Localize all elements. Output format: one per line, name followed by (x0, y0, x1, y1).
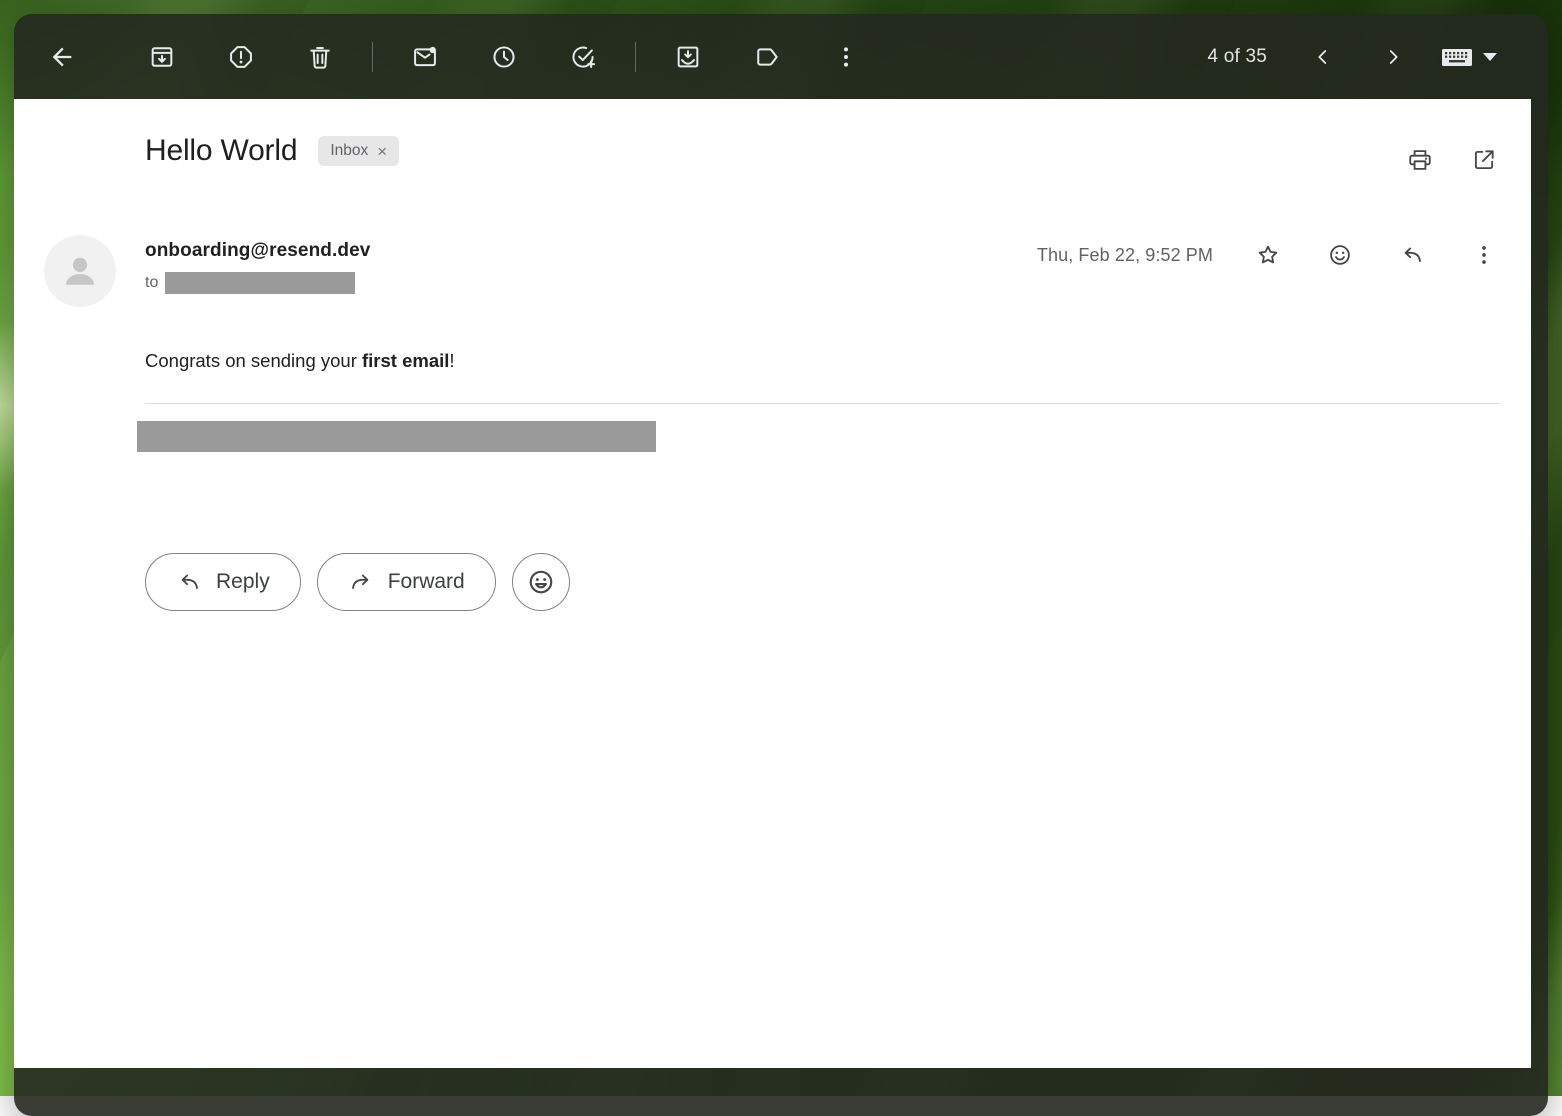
star-button[interactable] (1248, 235, 1288, 275)
sender-address[interactable]: onboarding@resend.dev (145, 240, 370, 262)
more-vert-icon (1471, 242, 1497, 268)
more-vert-icon (832, 43, 860, 71)
email-reading-pane: Hello World Inbox × onboarding@resend.de… (14, 99, 1531, 1068)
newer-button[interactable] (1299, 33, 1347, 81)
body-bold: first email (362, 350, 449, 371)
forward-button[interactable]: Forward (317, 553, 496, 611)
inbox-label-chip[interactable]: Inbox × (318, 136, 399, 166)
move-to-button[interactable] (664, 33, 712, 81)
older-button[interactable] (1369, 33, 1417, 81)
body-divider (145, 403, 1500, 404)
sender-avatar[interactable] (44, 235, 116, 307)
recipient-row[interactable]: to (145, 272, 370, 294)
chevron-left-icon (1312, 46, 1334, 68)
reply-button[interactable]: Reply (145, 553, 301, 611)
archive-icon (148, 43, 176, 71)
redacted-recipient (165, 272, 355, 294)
delete-button[interactable] (296, 33, 344, 81)
body-prefix: Congrats on sending your (145, 350, 362, 371)
smiley-icon (1327, 242, 1353, 268)
report-spam-button[interactable] (217, 33, 265, 81)
snooze-clock-icon (490, 43, 518, 71)
recipient-prefix: to (145, 274, 158, 292)
chevron-right-icon (1382, 46, 1404, 68)
more-options-button[interactable] (822, 33, 870, 81)
add-to-tasks-icon (569, 43, 597, 71)
reply-forward-actions: Reply Forward (145, 553, 570, 611)
label-icon (753, 43, 781, 71)
back-arrow-icon (48, 43, 76, 71)
body-suffix: ! (449, 350, 454, 371)
open-in-new-button[interactable] (1464, 140, 1504, 180)
back-button[interactable] (38, 33, 86, 81)
emoji-reaction-button[interactable] (1320, 235, 1360, 275)
redacted-content (137, 421, 656, 452)
reply-icon (1399, 242, 1425, 268)
person-icon (57, 248, 103, 294)
trash-icon (306, 43, 334, 71)
toolbar-divider (635, 42, 636, 72)
open-in-new-icon (1471, 147, 1497, 173)
print-button[interactable] (1400, 140, 1440, 180)
archive-button[interactable] (138, 33, 186, 81)
caret-down-icon (1482, 52, 1498, 62)
email-subject: Hello World (145, 136, 297, 166)
email-body: Congrats on sending your first email! (145, 350, 455, 372)
message-date: Thu, Feb 22, 9:52 PM (1037, 245, 1213, 266)
subject-actions (1400, 140, 1504, 180)
toolbar-divider (372, 42, 373, 72)
sender-block: onboarding@resend.dev to (145, 240, 370, 294)
reply-label: Reply (216, 570, 270, 594)
subject-row: Hello World Inbox × (145, 136, 399, 166)
toolbar-right-group: 4 of 35 (1207, 33, 1498, 81)
pagination-label: 4 of 35 (1207, 46, 1267, 68)
reply-arrow-icon (176, 569, 202, 595)
move-to-icon (674, 43, 702, 71)
add-reaction-button[interactable] (512, 553, 570, 611)
inbox-chip-label: Inbox (330, 142, 368, 160)
smiley-icon (526, 567, 556, 597)
mark-unread-icon (411, 43, 439, 71)
chip-remove-icon[interactable]: × (377, 143, 387, 160)
print-icon (1407, 147, 1433, 173)
forward-arrow-icon (348, 569, 374, 595)
mail-window: 4 of 35 (14, 14, 1548, 1116)
add-to-tasks-button[interactable] (559, 33, 607, 81)
reply-button-icon[interactable] (1392, 235, 1432, 275)
snooze-button[interactable] (480, 33, 528, 81)
mail-toolbar: 4 of 35 (14, 14, 1548, 99)
input-method-selector[interactable] (1440, 45, 1498, 69)
labels-button[interactable] (743, 33, 791, 81)
message-header-actions: Thu, Feb 22, 9:52 PM (1037, 235, 1504, 275)
report-spam-icon (227, 43, 255, 71)
mark-unread-button[interactable] (401, 33, 449, 81)
message-more-button[interactable] (1464, 235, 1504, 275)
forward-label: Forward (388, 570, 465, 594)
star-icon (1255, 242, 1281, 268)
keyboard-icon (1440, 45, 1474, 69)
